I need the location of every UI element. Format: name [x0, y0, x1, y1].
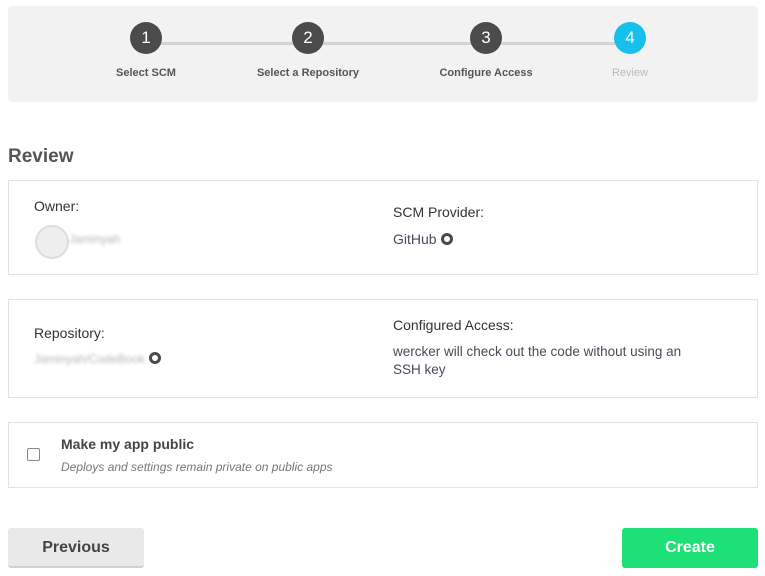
owner-label: Owner: [34, 198, 80, 214]
create-button[interactable]: Create [622, 528, 758, 568]
configured-access-label: Configured Access: [393, 317, 514, 333]
step-number: 4 [614, 22, 646, 54]
step-label: Configure Access [439, 67, 533, 79]
page-title: Review [8, 146, 74, 167]
public-app-card: Make my app public Deploys and settings … [8, 422, 758, 488]
scm-provider-label: SCM Provider: [393, 204, 485, 220]
make-public-description: Deploys and settings remain private on p… [61, 460, 333, 474]
step-configure-access[interactable]: 3 Configure Access [406, 22, 566, 79]
configured-access-line-2: SSH key [393, 362, 446, 377]
step-select-repository[interactable]: 2 Select a Repository [228, 22, 388, 79]
scm-provider-name: GitHub [393, 231, 437, 247]
configured-access-line-1: wercker will check out the code without … [393, 344, 682, 359]
step-label: Select SCM [116, 67, 176, 79]
step-review: 4 Review [550, 22, 710, 79]
scm-provider-value: GitHub [393, 231, 453, 247]
step-number: 1 [130, 22, 162, 54]
owner-scm-card: Owner: Jaminyah SCM Provider: GitHub [8, 180, 758, 275]
repository-value: Jaminyah/CodeBook [34, 352, 161, 366]
repository-name: Jaminyah/CodeBook [34, 352, 145, 366]
step-select-scm[interactable]: 1 Select SCM [66, 22, 226, 79]
owner-name: Jaminyah [69, 232, 121, 246]
avatar [35, 225, 69, 259]
github-icon [440, 233, 453, 245]
github-icon [148, 352, 161, 364]
step-label: Review [611, 67, 649, 79]
step-number: 3 [470, 22, 502, 54]
repository-access-card: Repository: Jaminyah/CodeBook Configured… [8, 299, 758, 398]
progress-stepper: 1 Select SCM 2 Select a Repository 3 Con… [8, 6, 758, 102]
step-number: 2 [292, 22, 324, 54]
repository-label: Repository: [34, 325, 105, 341]
make-public-label[interactable]: Make my app public [61, 436, 194, 452]
make-public-checkbox[interactable] [27, 448, 40, 461]
step-label: Select a Repository [256, 67, 360, 79]
previous-button[interactable]: Previous [8, 528, 144, 568]
